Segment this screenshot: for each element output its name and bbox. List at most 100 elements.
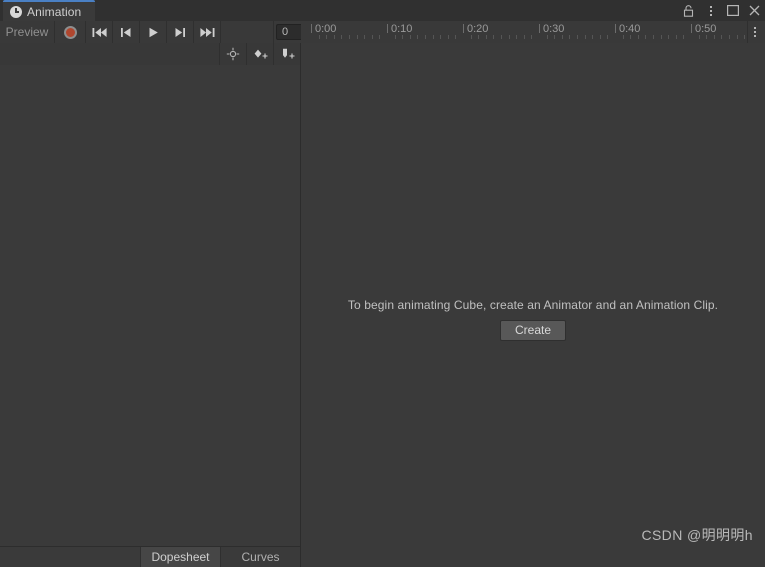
timeline-ticks: 0:00 0:10 0:20 0:30 0:40 0:50 [301,21,765,43]
toolbar-spacer [221,21,274,43]
tab-dopesheet[interactable]: Dopesheet [140,547,220,567]
tab-animation-label: Animation [27,4,82,19]
animation-window: Animation Preview 0 0:00 0:10 0:20 0:30 … [0,0,765,567]
step-forward-icon [175,27,185,37]
timeline-tick-minor [623,35,624,39]
timeline-tick-minor [357,35,358,39]
timeline-tick-minor [372,35,373,39]
timeline-tick-minor [668,35,669,39]
timeline-tick-minor [395,35,396,39]
timeline-tick-minor [501,35,502,39]
timeline-tick-label: 0:40 [619,23,641,35]
empty-state: To begin animating Cube, create an Anima… [301,298,765,341]
timeline-tick-major [691,24,692,33]
timeline-tick-minor [410,35,411,39]
next-frame-button[interactable] [167,21,194,43]
timeline-tick-minor [706,35,707,39]
play-button[interactable] [140,21,167,43]
prev-frame-button[interactable] [113,21,140,43]
play-icon [149,27,158,37]
timeline-tick-label: 0:00 [315,23,337,35]
add-property-icon [226,47,240,61]
timeline-tick-major [387,24,388,33]
timeline-tick-minor [326,35,327,39]
timeline-tick-minor [729,35,730,39]
timeline-tick-minor [630,35,631,39]
timeline-tick-minor [493,35,494,39]
timeline-tick-minor [486,35,487,39]
dopesheet-panel: To begin animating Cube, create an Anima… [301,43,765,567]
timeline-tick-minor [737,35,738,39]
timeline-tick-major [311,24,312,33]
tab-curves[interactable]: Curves [220,547,300,567]
timeline-tick-label: 0:30 [543,23,565,35]
timeline-tick-minor [638,35,639,39]
timeline-tick-minor [334,35,335,39]
lock-icon[interactable] [682,4,695,17]
timeline-tick-minor [676,35,677,39]
timeline-tick-minor [607,35,608,39]
timeline-tick-minor [433,35,434,39]
skip-end-icon [199,27,214,37]
timeline-tick-minor [440,35,441,39]
timeline-tick-minor [585,35,586,39]
timeline-tick-minor [319,35,320,39]
timeline-tick-major [615,24,616,33]
timeline-options-button[interactable] [747,21,762,43]
timeline-tick-minor [683,35,684,39]
last-frame-button[interactable] [194,21,221,43]
add-keyframe-button[interactable] [246,43,273,65]
timeline-tick-minor [478,35,479,39]
timeline-tick-minor [455,35,456,39]
add-event-icon [282,48,294,59]
property-toolbar [0,43,300,66]
tab-animation[interactable]: Animation [3,0,95,21]
timeline-tick-minor [653,35,654,39]
record-icon [63,25,77,39]
timeline-tick-minor [721,35,722,39]
timeline-tick-minor [364,35,365,39]
timeline-tick-minor [349,35,350,39]
close-icon[interactable] [748,4,761,17]
menu-kebab-icon[interactable] [704,4,717,17]
watermark: CSDN @明明明h [641,527,753,543]
view-mode-bar: Dopesheet Curves [0,546,300,567]
record-button[interactable] [55,21,86,43]
timeline-ruler[interactable]: 0:00 0:10 0:20 0:30 0:40 0:50 [301,21,765,44]
add-event-button[interactable] [273,43,300,65]
create-button[interactable]: Create [499,320,567,341]
timeline-tick-minor [516,35,517,39]
timeline-tick-minor [547,35,548,39]
first-frame-button[interactable] [86,21,113,43]
timeline-tick-minor [661,35,662,39]
timeline-tick-minor [417,35,418,39]
timeline-tick-minor [600,35,601,39]
timeline-tick-minor [562,35,563,39]
property-list-panel [0,65,300,547]
timeline-tick-minor [471,35,472,39]
timeline-tick-label: 0:50 [695,23,717,35]
empty-state-message: To begin animating Cube, create an Anima… [347,298,719,312]
timeline-tick-minor [524,35,525,39]
step-back-icon [121,27,131,37]
timeline-tick-minor [699,35,700,39]
timeline-tick-minor [592,35,593,39]
timeline-tick-label: 0:20 [467,23,489,35]
preview-button[interactable]: Preview [0,21,55,43]
add-property-button[interactable] [219,43,246,65]
timeline-tick-major [463,24,464,33]
timeline-tick-minor [577,35,578,39]
timeline-tick-minor [425,35,426,39]
timeline-tick-minor [744,35,745,39]
timeline-tick-minor [714,35,715,39]
add-keyframe-icon [254,49,267,59]
window-controls [682,0,761,21]
timeline-tick-minor [341,35,342,39]
timeline-tick-minor [379,35,380,39]
timeline-tick-minor [569,35,570,39]
timeline-tick-minor [402,35,403,39]
maximize-icon[interactable] [726,4,739,17]
timeline-tick-minor [531,35,532,39]
clock-icon [10,5,22,18]
skip-start-icon [92,27,107,37]
